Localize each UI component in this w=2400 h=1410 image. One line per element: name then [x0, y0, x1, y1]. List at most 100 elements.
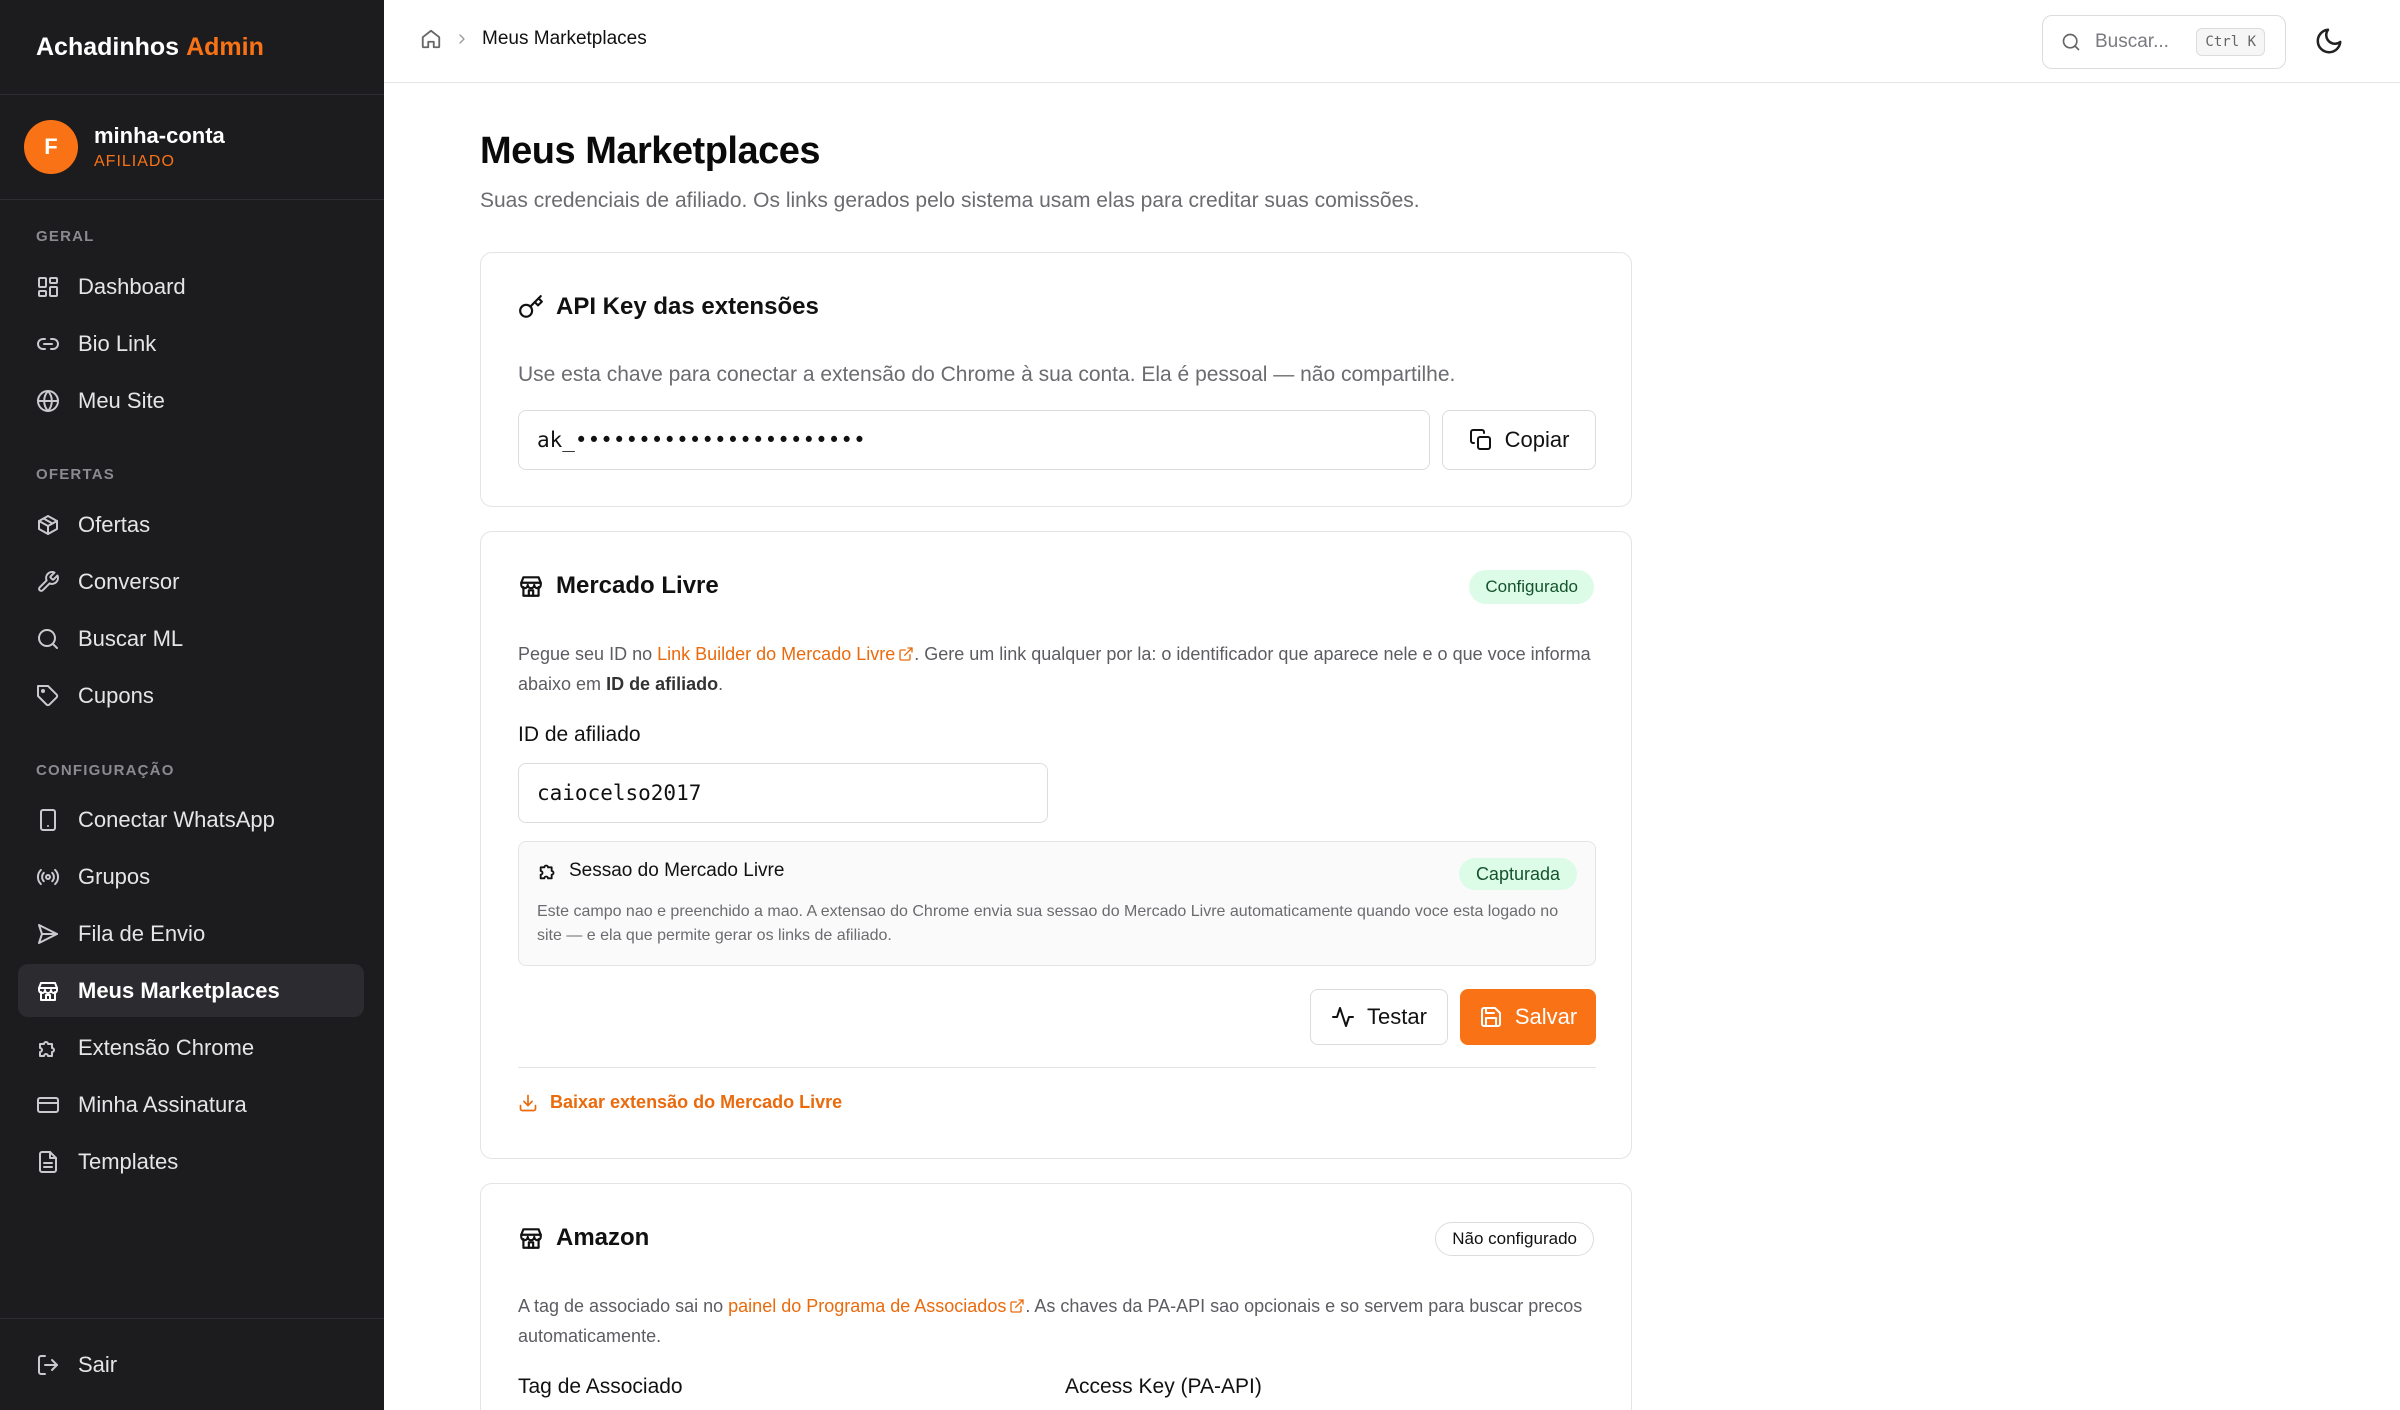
session-description: Este campo nao e preenchido a mao. A ext… [537, 903, 1559, 944]
sidebar-item-label: Conectar WhatsApp [78, 806, 275, 832]
sidebar: Achadinhos Admin F minha-conta AFILIADO G… [0, 0, 384, 1410]
link-icon [36, 332, 60, 356]
test-label: Testar [1367, 1004, 1427, 1029]
send-icon [36, 922, 60, 946]
sidebar-item-label: Ofertas [78, 511, 151, 537]
copy-label: Copiar [1504, 427, 1570, 452]
dashboard-icon [36, 275, 60, 299]
search-button[interactable]: Buscar... Ctrl K [2042, 15, 2286, 69]
search-icon [2061, 32, 2081, 52]
card-description: Use esta chave para conectar a extensão … [518, 363, 1456, 386]
breadcrumb-current: Meus Marketplaces [482, 28, 647, 49]
session-status-badge: Capturada [1458, 858, 1577, 890]
card-header: API Key das extensões [518, 293, 819, 321]
save-button[interactable]: Salvar [1460, 989, 1596, 1045]
section-label-ofertas: OFERTAS [36, 466, 115, 483]
sidebar-item-ofertas[interactable]: Ofertas [18, 498, 364, 551]
card-header: Mercado Livre [518, 572, 719, 600]
topbar: Meus Marketplaces Buscar... Ctrl K [384, 0, 2400, 83]
card-title: Mercado Livre [556, 572, 719, 599]
shortcut-hint: Ctrl K [2196, 28, 2265, 56]
search-icon [36, 627, 60, 651]
sidebar-item-templates[interactable]: Templates [18, 1135, 364, 1188]
link-text: painel do Programa de Associados [728, 1296, 1007, 1316]
sidebar-item-label: Bio Link [78, 330, 157, 356]
sidebar-item-label: Fila de Envio [78, 920, 206, 946]
file-text-icon [36, 1150, 60, 1174]
page-subtitle: Suas credenciais de afiliado. Os links g… [480, 189, 1420, 212]
desc-bold: ID de afiliado [606, 674, 719, 694]
session-panel: Sessao do Mercado Livre Capturada Este c… [518, 841, 1596, 966]
associates-panel-link[interactable]: painel do Programa de Associados [728, 1296, 1025, 1316]
status-badge: Configurado [1469, 570, 1594, 604]
sidebar-item-label: Meus Marketplaces [78, 977, 280, 1003]
section-label-configuracao: CONFIGURAÇÃO [36, 762, 175, 779]
associate-tag-label: Tag de Associado [518, 1375, 683, 1398]
external-link-icon [1009, 1298, 1025, 1314]
puzzle-icon [36, 1036, 60, 1060]
sidebar-item-cupons[interactable]: Cupons [18, 669, 364, 722]
amazon-card: Amazon Não configurado A tag de associad… [480, 1183, 1632, 1410]
download-extension-link[interactable]: Baixar extensão do Mercado Livre [518, 1092, 842, 1113]
broadcast-icon [36, 865, 60, 889]
brand-accent: Admin [186, 32, 264, 61]
sidebar-item-fila-de-envio[interactable]: Fila de Envio [18, 907, 364, 960]
package-icon [36, 513, 60, 537]
sidebar-item-label: Extensão Chrome [78, 1034, 255, 1060]
sidebar-item-dashboard[interactable]: Dashboard [18, 260, 364, 313]
log-out-icon [36, 1353, 60, 1377]
account-role: AFILIADO [94, 153, 175, 170]
status-badge: Não configurado [1435, 1222, 1594, 1256]
sidebar-item-label: Cupons [78, 682, 154, 708]
api-key-card: API Key das extensões Use esta chave par… [480, 252, 1632, 507]
tag-icon [36, 684, 60, 708]
card-header: Amazon [518, 1224, 649, 1252]
mercado-livre-card: Mercado Livre Configurado Pegue seu ID n… [480, 531, 1632, 1159]
link-builder-link[interactable]: Link Builder do Mercado Livre [657, 644, 914, 664]
sidebar-item-extensao-chrome[interactable]: Extensão Chrome [18, 1021, 364, 1074]
copy-button[interactable]: Copiar [1442, 410, 1596, 470]
store-icon [518, 1225, 544, 1251]
sidebar-item-label: Minha Assinatura [78, 1091, 247, 1117]
main-content: Meus Marketplaces Suas credenciais de af… [480, 130, 1632, 213]
wrench-icon [36, 570, 60, 594]
save-label: Salvar [1514, 1004, 1578, 1029]
sidebar-item-bio-link[interactable]: Bio Link [18, 317, 364, 370]
affiliate-id-input[interactable]: caiocelso2017 [518, 763, 1048, 823]
divider [518, 1067, 1596, 1068]
download-label: Baixar extensão do Mercado Livre [550, 1092, 843, 1112]
moon-icon[interactable] [2314, 26, 2344, 56]
download-icon [518, 1093, 538, 1113]
session-title: Sessao do Mercado Livre [569, 860, 785, 881]
puzzle-icon [537, 860, 559, 882]
key-icon [518, 294, 544, 320]
store-icon [518, 573, 544, 599]
brand-logo[interactable]: Achadinhos Admin [0, 0, 384, 95]
section-label-geral: GERAL [36, 228, 95, 245]
chevron-right-icon [454, 31, 470, 47]
test-button[interactable]: Testar [1310, 989, 1448, 1045]
breadcrumb: Meus Marketplaces [420, 28, 647, 50]
globe-icon [36, 389, 60, 413]
avatar: F [24, 120, 78, 174]
card-title: Amazon [556, 1224, 650, 1251]
sidebar-item-buscar-ml[interactable]: Buscar ML [18, 612, 364, 665]
sidebar-item-conversor[interactable]: Conversor [18, 555, 364, 608]
smartphone-icon [36, 808, 60, 832]
logout-button[interactable]: Sair [18, 1338, 364, 1391]
sidebar-item-conectar-whatsapp[interactable]: Conectar WhatsApp [18, 793, 364, 846]
affiliate-id-label: ID de afiliado [518, 723, 641, 746]
search-placeholder: Buscar... [2095, 31, 2169, 52]
home-icon[interactable] [420, 28, 442, 50]
sidebar-item-meus-marketplaces[interactable]: Meus Marketplaces [18, 964, 364, 1017]
store-icon [36, 979, 60, 1003]
activity-icon [1331, 1005, 1355, 1029]
sidebar-item-minha-assinatura[interactable]: Minha Assinatura [18, 1078, 364, 1131]
api-key-field[interactable]: ak_••••••••••••••••••••••• [518, 410, 1430, 470]
sidebar-item-meu-site[interactable]: Meu Site [18, 374, 364, 427]
sidebar-item-grupos[interactable]: Grupos [18, 850, 364, 903]
account-switcher[interactable]: F minha-conta AFILIADO [0, 95, 384, 200]
sidebar-item-label: Dashboard [78, 273, 186, 299]
account-name: minha-conta [94, 123, 225, 148]
sidebar-item-label: Conversor [78, 568, 180, 594]
